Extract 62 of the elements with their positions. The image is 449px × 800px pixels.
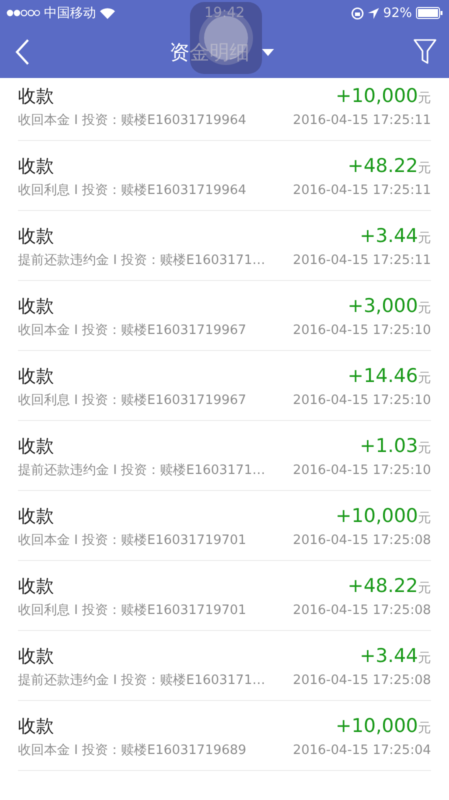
transaction-note: 收回本金 I 投资：赎楼E16031719701 bbox=[18, 532, 246, 549]
currency-unit: 元 bbox=[418, 160, 431, 177]
amount: +3.44 bbox=[360, 225, 418, 247]
amount: +10,000 bbox=[336, 715, 418, 737]
transaction-note: 收回利息 I 投资：赎楼E16031719964 bbox=[18, 182, 246, 199]
wifi-icon bbox=[100, 8, 115, 18]
transaction-note: 提前还款违约金 I 投资：赎楼E1603171… bbox=[18, 672, 266, 689]
transaction-title: 收款 bbox=[18, 365, 54, 388]
filter-button[interactable] bbox=[413, 38, 437, 66]
transaction-title: 收款 bbox=[18, 295, 54, 318]
currency-unit: 元 bbox=[418, 230, 431, 247]
currency-unit: 元 bbox=[418, 370, 431, 387]
transaction-time: 2016-04-15 17:25:08 bbox=[292, 533, 431, 548]
carrier-name: 中国移动 bbox=[44, 5, 96, 22]
transaction-note: 收回本金 I 投资：赎楼E16031719964 bbox=[18, 112, 246, 129]
transaction-note: 收回利息 I 投资：赎楼E16031719967 bbox=[18, 392, 246, 409]
back-button[interactable] bbox=[14, 38, 30, 66]
amount: +14.46 bbox=[348, 365, 418, 387]
rotation-lock-icon bbox=[351, 6, 364, 20]
transaction-time: 2016-04-15 17:25:11 bbox=[292, 253, 431, 268]
transaction-title: 收款 bbox=[18, 715, 54, 738]
amount: +10,000 bbox=[336, 85, 418, 107]
transaction-note: 收回利息 I 投资：赎楼E16031719701 bbox=[18, 602, 246, 619]
transaction-time: 2016-04-15 17:25:11 bbox=[292, 183, 431, 198]
currency-unit: 元 bbox=[418, 90, 431, 107]
amount: +3,000 bbox=[348, 295, 418, 317]
currency-unit: 元 bbox=[418, 300, 431, 317]
transaction-time: 2016-04-15 17:25:10 bbox=[292, 323, 431, 338]
amount: +48.22 bbox=[348, 575, 418, 597]
currency-unit: 元 bbox=[418, 650, 431, 667]
transaction-title: 收款 bbox=[18, 155, 54, 178]
transaction-title: 收款 bbox=[18, 435, 54, 458]
transaction-time: 2016-04-15 17:25:10 bbox=[292, 463, 431, 478]
currency-unit: 元 bbox=[418, 580, 431, 597]
battery-percent: 92% bbox=[383, 6, 412, 20]
battery-icon bbox=[416, 7, 444, 19]
assistive-touch-button[interactable] bbox=[190, 2, 262, 74]
transaction-time: 2016-04-15 17:25:08 bbox=[292, 673, 431, 688]
caret-icon bbox=[262, 48, 274, 56]
amount: +3.44 bbox=[360, 645, 418, 667]
transaction-title: 收款 bbox=[18, 85, 54, 108]
transaction-time: 2016-04-15 17:25:11 bbox=[292, 113, 431, 128]
transaction-title: 收款 bbox=[18, 505, 54, 528]
clock-time: 19:42 bbox=[204, 5, 245, 21]
location-arrow-icon bbox=[368, 8, 380, 18]
amount: +48.22 bbox=[348, 155, 418, 177]
transaction-title: 收款 bbox=[18, 225, 54, 248]
currency-unit: 元 bbox=[418, 440, 431, 457]
transaction-note: 收回本金 I 投资：赎楼E16031719967 bbox=[18, 322, 246, 339]
transaction-time: 2016-04-15 17:25:10 bbox=[292, 393, 431, 408]
transaction-note: 提前还款违约金 I 投资：赎楼E1603171… bbox=[18, 462, 266, 479]
transaction-note: 提前还款违约金 I 投资：赎楼E1603171… bbox=[18, 252, 266, 269]
amount: +10,000 bbox=[336, 505, 418, 527]
transaction-note: 收回本金 I 投资：赎楼E16031719689 bbox=[18, 742, 246, 759]
currency-unit: 元 bbox=[418, 720, 431, 737]
signal-icon bbox=[6, 9, 40, 17]
transaction-title: 收款 bbox=[18, 645, 54, 668]
transaction-title: 收款 bbox=[18, 575, 54, 598]
amount: +1.03 bbox=[360, 435, 418, 457]
currency-unit: 元 bbox=[418, 510, 431, 527]
transaction-time: 2016-04-15 17:25:04 bbox=[292, 743, 431, 758]
transaction-time: 2016-04-15 17:25:08 bbox=[292, 603, 431, 618]
